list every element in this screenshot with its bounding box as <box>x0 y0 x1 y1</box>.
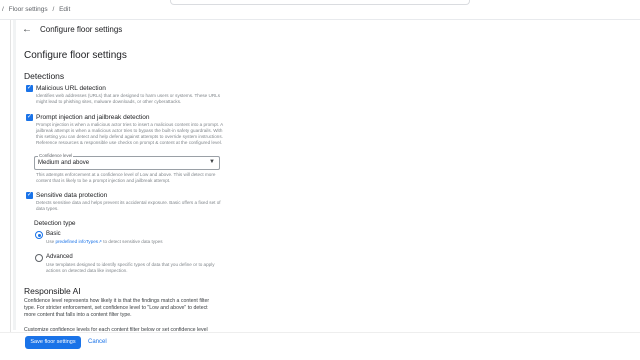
header-title: Configure floor settings <box>40 25 123 34</box>
sensitive-data-label: Sensitive data protection <box>36 192 108 199</box>
predefined-infotypes-link[interactable]: predefined infoTypes <box>55 239 98 244</box>
confidence-helper-text: This attempts enforcement at a confidenc… <box>36 172 216 183</box>
malicious-url-label: Malicious URL detection <box>36 85 106 92</box>
breadcrumb-edit: Edit <box>59 6 71 13</box>
confidence-level-label: Confidence level <box>38 153 74 158</box>
page-title: Configure floor settings <box>24 50 127 61</box>
prompt-injection-checkbox[interactable]: ✓ <box>26 114 33 121</box>
detections-heading: Detections <box>24 71 65 81</box>
basic-label: Basic <box>46 231 61 237</box>
prompt-injection-label: Prompt injection and jailbreak detection <box>36 114 150 121</box>
confidence-level-select[interactable]: Confidence level Medium and above ▼ <box>34 153 220 170</box>
basic-radio[interactable] <box>35 231 43 239</box>
search-bar[interactable] <box>170 0 470 5</box>
detection-type-heading: Detection type <box>34 220 76 227</box>
basic-desc-suffix: to detect sensitive data types <box>101 239 163 244</box>
caret-down-icon: ▼ <box>209 159 215 165</box>
breadcrumb-separator: / <box>52 6 55 13</box>
side-scrollbar[interactable] <box>13 20 16 330</box>
breadcrumb-floor-settings[interactable]: Floor settings <box>9 6 48 13</box>
responsible-ai-heading: Responsible AI <box>24 286 81 296</box>
confidence-level-value: Medium and above <box>38 160 90 166</box>
malicious-url-description: Identifies web addresses (URLs) that are… <box>36 93 221 104</box>
prompt-injection-description: Prompt injection is when a malicious act… <box>36 122 223 145</box>
advanced-radio[interactable] <box>35 254 43 262</box>
breadcrumb-separator: / <box>2 6 4 13</box>
sensitive-data-description: Detects sensitive data and helps prevent… <box>36 200 221 211</box>
cancel-button[interactable]: Cancel <box>88 336 107 349</box>
advanced-description: Use templates designed to identify speci… <box>46 262 215 273</box>
top-bar: / Floor settings / Edit <box>0 0 640 20</box>
responsible-ai-paragraph: Confidence level represents how likely i… <box>24 298 210 318</box>
advanced-label: Advanced <box>46 254 73 260</box>
save-floor-settings-button[interactable]: Save floor settings <box>25 336 81 349</box>
sensitive-data-checkbox[interactable]: ✓ <box>26 192 33 199</box>
breadcrumb: / Floor settings / Edit <box>2 6 73 13</box>
left-divider <box>10 20 11 360</box>
basic-description: Use predefined infoTypes↗ to detect sens… <box>46 239 216 245</box>
malicious-url-checkbox[interactable]: ✓ <box>26 85 33 92</box>
arrow-left-icon[interactable]: ← <box>22 24 32 35</box>
